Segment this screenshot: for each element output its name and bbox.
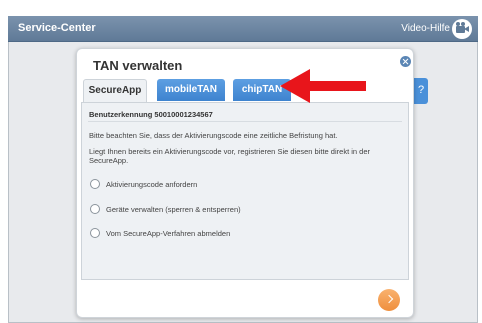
user-id-text: Benutzerkennung 50010001234567 [89,110,213,119]
option-label: Vom SecureApp-Verfahren abmelden [106,229,231,238]
radio-button[interactable] [90,179,100,189]
divider [88,121,402,122]
header-bar: Service-Center Video-Hilfe [8,16,478,42]
tab-secureapp[interactable]: SecureApp [83,79,147,103]
instruction-text-line2: SecureApp. [89,156,129,165]
option-label: Geräte verwalten (sperren & entsperren) [106,205,241,214]
notice-text: Bitte beachten Sie, dass der Aktivierung… [89,131,338,140]
video-help-link[interactable]: Video-Hilfe [401,23,450,34]
radio-button[interactable] [90,204,100,214]
video-camera-icon[interactable] [452,19,472,39]
app-title: Service-Center [18,22,96,34]
instruction-text-line1: Liegt Ihnen bereits ein Aktivierungscode… [89,147,370,156]
tab-content-panel: Benutzerkennung 50010001234567 Bitte bea… [81,102,409,280]
close-icon[interactable] [400,56,411,67]
dialog-title: TAN verwalten [93,58,183,73]
next-arrow-button[interactable] [378,289,400,311]
radio-button[interactable] [90,228,100,238]
option-label: Aktivierungscode anfordern [106,180,198,189]
help-label: ? [418,84,425,96]
red-arrow-annotation-icon [280,69,366,103]
tab-mobiletan[interactable]: mobileTAN [157,79,225,101]
